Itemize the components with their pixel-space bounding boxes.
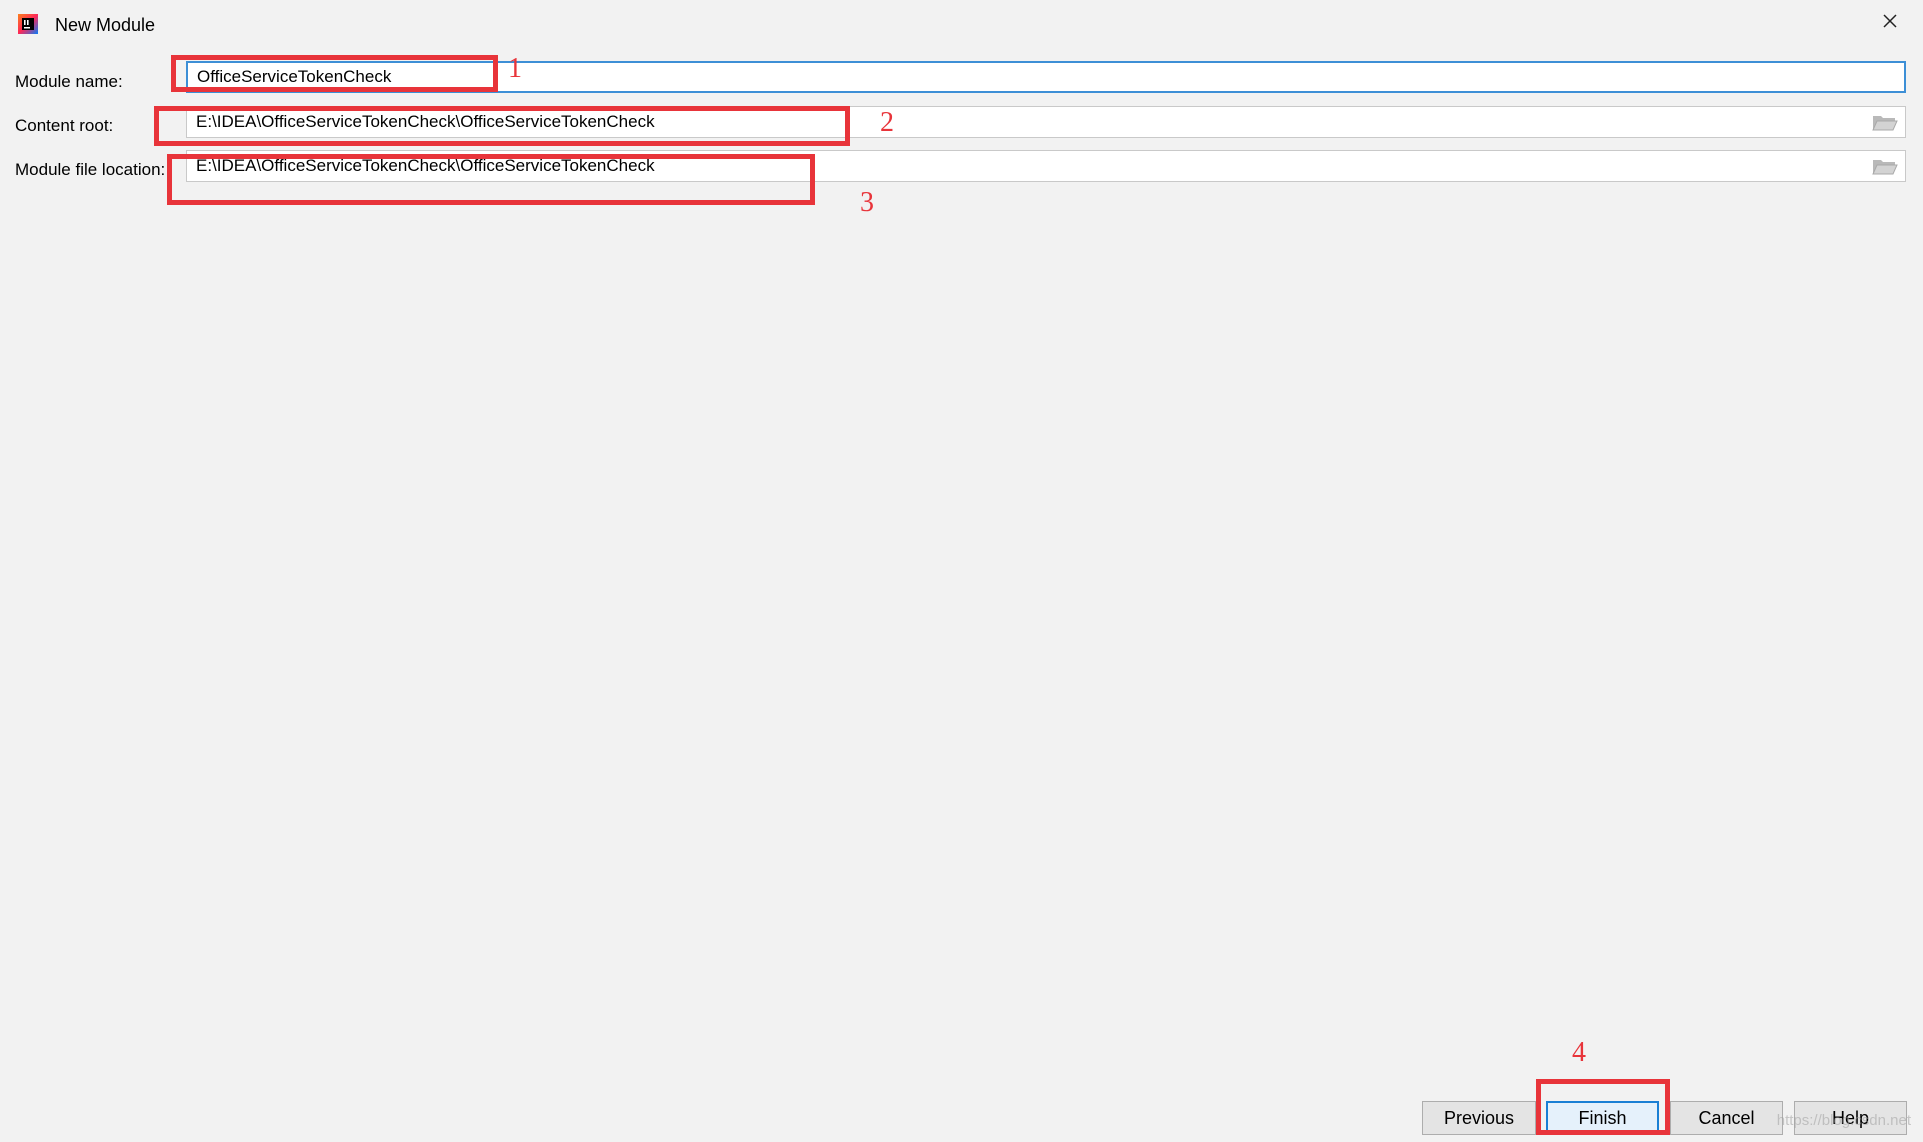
folder-icon bbox=[1872, 116, 1898, 131]
title-bar: New Module bbox=[0, 0, 1923, 48]
module-file-location-field[interactable] bbox=[186, 150, 1906, 182]
content-root-input[interactable] bbox=[187, 107, 1855, 137]
close-button[interactable] bbox=[1875, 6, 1905, 36]
module-name-input[interactable] bbox=[188, 63, 1854, 91]
finish-button[interactable]: Finish bbox=[1546, 1101, 1659, 1135]
watermark-text: https://blog.csdn.net bbox=[1776, 1112, 1911, 1129]
module-name-label: Module name: bbox=[15, 72, 123, 91]
module-file-location-browse-button[interactable] bbox=[1871, 156, 1899, 176]
intellij-idea-icon bbox=[18, 14, 38, 34]
cancel-button[interactable]: Cancel bbox=[1670, 1101, 1783, 1135]
previous-button[interactable]: Previous bbox=[1422, 1101, 1536, 1135]
content-root-field[interactable] bbox=[186, 106, 1906, 138]
new-module-dialog: New Module Module name: Content root: Mo… bbox=[0, 0, 1923, 1142]
close-icon bbox=[1883, 14, 1897, 28]
content-root-label: Content root: bbox=[15, 116, 114, 135]
annotation-number-1: 1 bbox=[508, 53, 522, 84]
window-title: New Module bbox=[55, 15, 156, 35]
module-file-location-input[interactable] bbox=[187, 151, 1855, 181]
content-root-browse-button[interactable] bbox=[1871, 112, 1899, 132]
folder-icon bbox=[1872, 160, 1898, 175]
annotation-number-4: 4 bbox=[1572, 1037, 1586, 1068]
annotation-number-2: 2 bbox=[880, 107, 894, 138]
module-file-location-label: Module file location: bbox=[15, 160, 166, 179]
annotation-number-3: 3 bbox=[860, 187, 874, 218]
module-name-field[interactable] bbox=[186, 61, 1906, 93]
